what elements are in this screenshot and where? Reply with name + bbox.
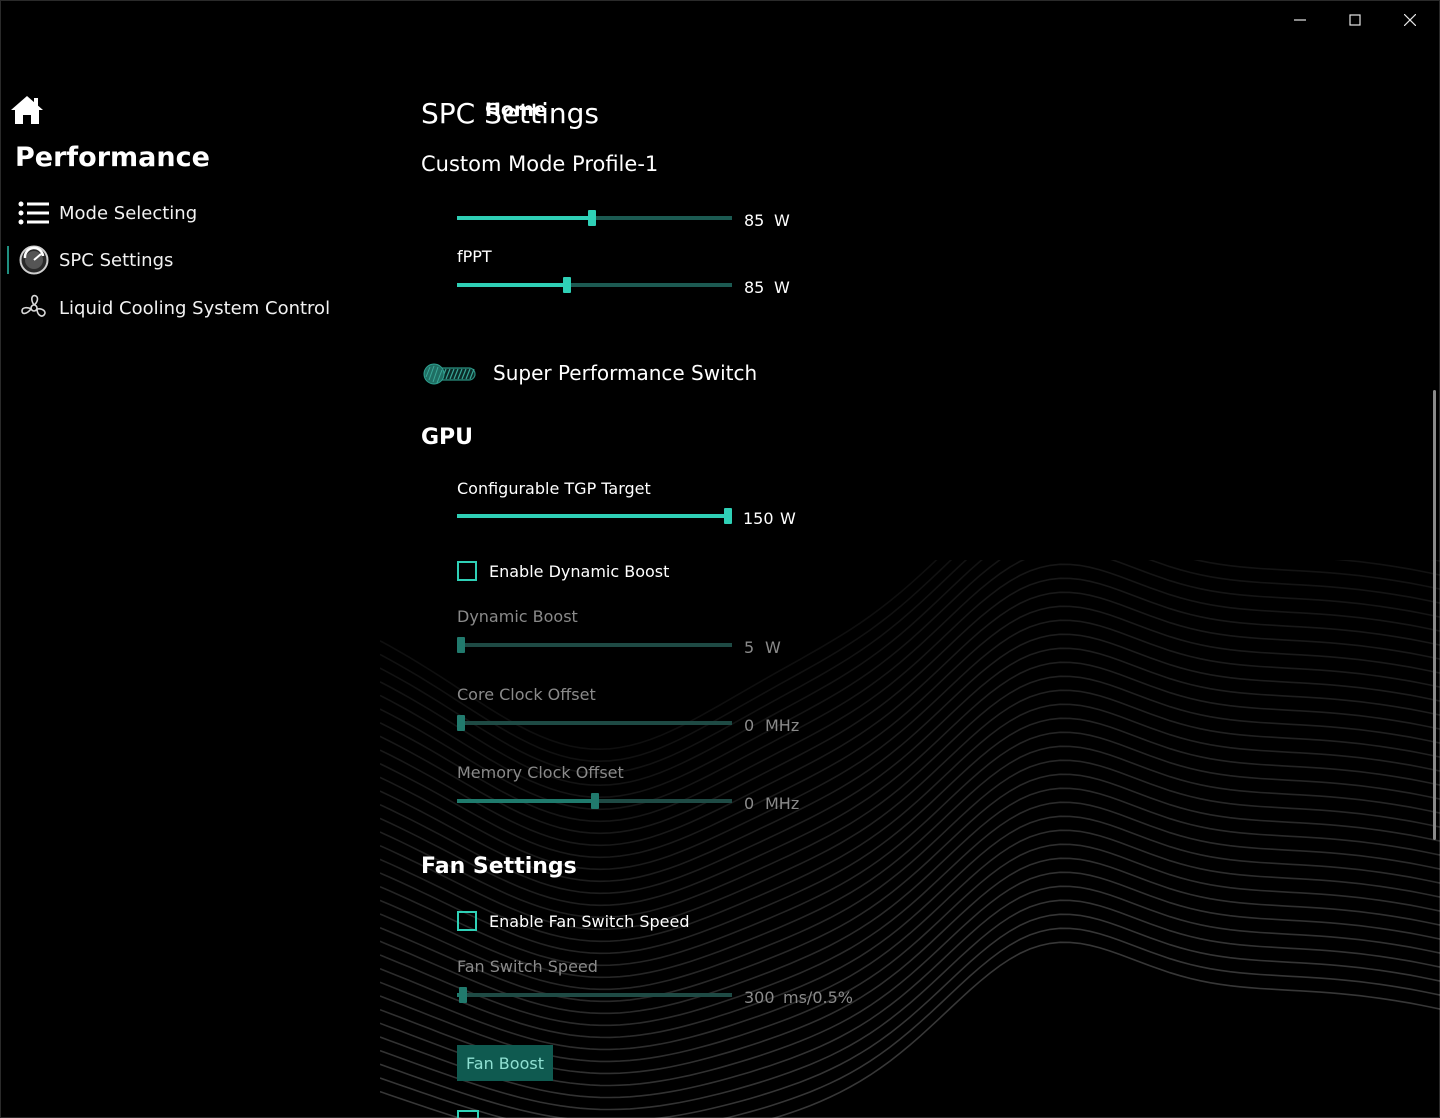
profile-title: Custom Mode Profile-1 xyxy=(421,152,659,176)
fppt-slider[interactable] xyxy=(457,277,732,293)
sidebar-item-label: Liquid Cooling System Control xyxy=(59,297,331,319)
slider-thumb[interactable] xyxy=(724,508,732,524)
fppt-value: 85 xyxy=(744,278,765,297)
slider-fill xyxy=(457,799,595,803)
slider-thumb[interactable] xyxy=(457,637,465,653)
core-clock-slider[interactable] xyxy=(457,715,732,731)
slider-thumb[interactable] xyxy=(563,277,571,293)
slider-thumb[interactable] xyxy=(457,715,465,731)
gpu-section-title: GPU xyxy=(421,425,474,450)
tgp-unit: W xyxy=(780,509,796,528)
slider-track xyxy=(457,993,732,997)
fan-switch-speed-slider[interactable] xyxy=(457,987,732,1003)
minimize-icon xyxy=(1294,19,1306,21)
fan-switch-speed-label: Fan Switch Speed xyxy=(457,957,598,976)
gauge-icon xyxy=(18,244,50,276)
close-button[interactable] xyxy=(1388,6,1432,34)
close-icon xyxy=(1404,14,1416,26)
app-window: Home Performance Mode Selecting SPC Sett… xyxy=(0,0,1440,1118)
fan-switch-speed-value: 300 xyxy=(744,988,775,1007)
fan-switch-speed-unit: ms/0.5% xyxy=(783,988,853,1007)
core-clock-label: Core Clock Offset xyxy=(457,685,596,704)
home-icon xyxy=(11,96,43,124)
fan-switch-checkbox-label: Enable Fan Switch Speed xyxy=(489,911,690,931)
tgp-label: Configurable TGP Target xyxy=(457,479,651,498)
slider-thumb[interactable] xyxy=(587,210,596,226)
slider-fill xyxy=(457,283,567,287)
tgp-slider[interactable] xyxy=(457,508,732,524)
sidebar-item-spc-settings[interactable]: SPC Settings xyxy=(6,244,174,276)
sidebar-item-label: Mode Selecting xyxy=(59,202,198,224)
spl-unit: W xyxy=(774,211,790,230)
partial-checkbox[interactable] xyxy=(457,1110,479,1118)
wave-line xyxy=(380,619,1440,871)
wave-line xyxy=(380,560,1440,763)
wave-line xyxy=(380,560,1440,775)
fan-boost-button[interactable]: Fan Boost xyxy=(457,1045,553,1081)
slider-fill xyxy=(457,514,728,518)
fppt-label: fPPT xyxy=(457,247,492,266)
nav-home[interactable]: Home xyxy=(10,95,547,125)
dynamic-boost-checkbox-row[interactable]: Enable Dynamic Boost xyxy=(457,561,669,581)
fan-icon xyxy=(18,292,50,324)
fppt-unit: W xyxy=(774,278,790,297)
core-clock-unit: MHz xyxy=(765,716,800,735)
super-performance-label: Super Performance Switch xyxy=(493,361,758,385)
sidebar-item-liquid-cooling[interactable]: Liquid Cooling System Control xyxy=(18,292,330,324)
slider-track xyxy=(457,643,732,647)
wave-line xyxy=(380,633,1440,883)
super-performance-toggle[interactable] xyxy=(422,363,476,385)
memory-clock-slider[interactable] xyxy=(457,793,732,809)
memory-clock-value: 0 xyxy=(744,794,755,813)
dynamic-boost-label: Dynamic Boost xyxy=(457,607,578,626)
memory-clock-unit: MHz xyxy=(765,794,800,813)
fan-switch-checkbox-row[interactable]: Enable Fan Switch Speed xyxy=(457,911,690,931)
wave-line xyxy=(380,560,1440,799)
minimize-button[interactable] xyxy=(1278,6,1322,34)
fan-switch-checkbox[interactable] xyxy=(457,911,477,931)
list-icon xyxy=(18,197,50,229)
slider-track xyxy=(457,721,732,725)
spl-value: 85 xyxy=(744,211,765,230)
sidebar-section-title: Performance xyxy=(15,142,210,173)
dynamic-boost-unit: W xyxy=(765,638,781,657)
slider-thumb[interactable] xyxy=(590,793,599,809)
sidebar-item-label: SPC Settings xyxy=(59,249,174,271)
dynamic-boost-slider[interactable] xyxy=(457,637,732,653)
sidebar-item-mode-selecting[interactable]: Mode Selecting xyxy=(18,197,197,229)
slider-fill xyxy=(457,216,592,220)
maximize-icon xyxy=(1349,14,1361,26)
scrollbar[interactable] xyxy=(1433,390,1436,840)
spl-slider[interactable] xyxy=(457,210,732,226)
fan-section-title: Fan Settings xyxy=(421,854,577,879)
core-clock-value: 0 xyxy=(744,716,755,735)
tgp-value: 150 xyxy=(743,509,774,528)
dynamic-boost-checkbox-label: Enable Dynamic Boost xyxy=(489,561,670,581)
dynamic-boost-checkbox[interactable] xyxy=(457,561,477,581)
slider-thumb[interactable] xyxy=(458,987,467,1003)
page-title: SPC Settings xyxy=(421,97,599,130)
memory-clock-label: Memory Clock Offset xyxy=(457,763,624,782)
maximize-button[interactable] xyxy=(1333,6,1377,34)
dynamic-boost-value: 5 xyxy=(744,638,755,657)
